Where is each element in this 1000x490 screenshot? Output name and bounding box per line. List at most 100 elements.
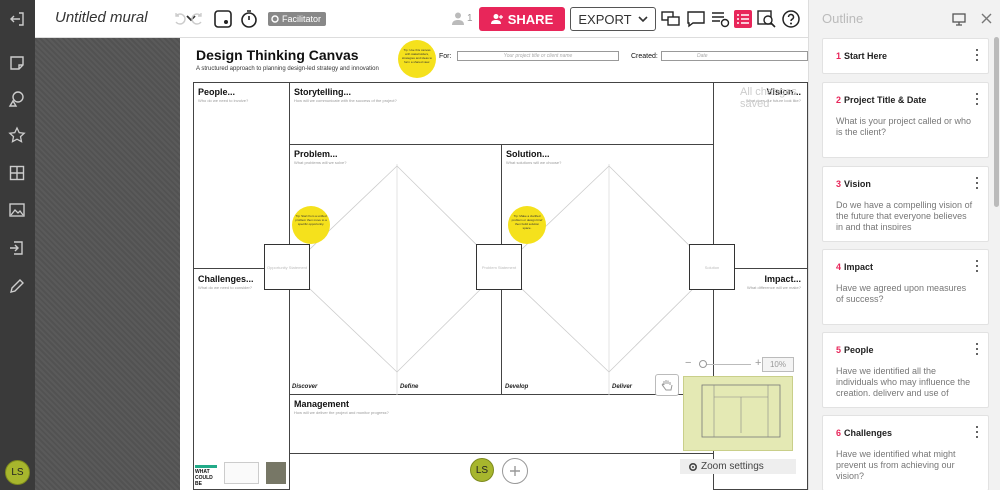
thumbnail-1[interactable] <box>224 462 259 484</box>
pen-icon[interactable] <box>6 275 28 297</box>
more-options-icon[interactable] <box>975 426 979 438</box>
more-options-icon[interactable] <box>975 49 979 61</box>
person-icon <box>452 12 464 25</box>
zoom-settings-label: Zoom settings <box>701 461 764 472</box>
gear-icon <box>688 462 698 471</box>
outline-item-4[interactable]: 4 Impact Have we agreed upon measures of … <box>822 249 989 325</box>
for-label: For: <box>439 53 452 60</box>
tip-sticky-left[interactable]: Tip: Start from a unified problem then m… <box>292 206 330 244</box>
share-button[interactable]: SHARE <box>479 7 565 31</box>
image-icon[interactable] <box>6 199 28 221</box>
undo-icon[interactable] <box>172 11 187 26</box>
outline-panel: Outline 1 Start Here 2 Project Title & Dat… <box>808 0 1000 490</box>
more-options-icon[interactable] <box>975 177 979 189</box>
outline-item-heading: 1 Start Here <box>836 51 887 61</box>
solution-box[interactable]: Solution <box>689 244 735 290</box>
outline-item-3[interactable]: 3 Vision Do we have a compelling vision o… <box>822 166 989 242</box>
outline-item-number: 3 <box>836 179 842 189</box>
outline-item-title: Vision <box>844 179 871 189</box>
more-options-icon[interactable] <box>975 93 979 105</box>
pan-hand-icon[interactable] <box>655 374 679 396</box>
thumbnail-2[interactable] <box>266 462 286 484</box>
management-sub: How will we deliver the project and moni… <box>294 410 389 415</box>
more-options-icon[interactable] <box>975 343 979 355</box>
phase-deliver: Deliver <box>612 384 633 390</box>
close-icon[interactable] <box>980 12 993 30</box>
outline-item-desc: Have we identified what might prevent us… <box>836 449 956 479</box>
zoom-out-icon[interactable]: − <box>685 357 691 369</box>
management-cell[interactable]: Management How will we deliver the proje… <box>289 394 714 454</box>
outline-item-number: 1 <box>836 51 842 61</box>
user-avatar[interactable]: LS <box>5 460 30 485</box>
storytelling-sub: How will we communicate with the success… <box>294 98 397 103</box>
zoom-percent[interactable]: 10% <box>762 357 794 372</box>
outline-title: Outline <box>822 11 864 26</box>
top-bar: Untitled mural Facilitator 1 SHARE EXPOR… <box>35 0 808 38</box>
add-person-icon <box>490 14 503 24</box>
challenges-cell[interactable]: Challenges... What do we need to conside… <box>193 268 290 490</box>
outline-item-6[interactable]: 6 Challenges Have we identified what migh… <box>822 415 989 490</box>
mural-title[interactable]: Untitled mural <box>55 9 148 26</box>
facilitator-label: Facilitator <box>282 14 322 24</box>
impact-title: Impact... <box>764 274 801 284</box>
search-icon[interactable] <box>757 9 777 29</box>
add-collaborator-button[interactable] <box>502 458 528 484</box>
comments-icon[interactable] <box>661 9 681 29</box>
zoom-handle[interactable] <box>699 360 707 368</box>
people-cell[interactable]: People... Who do we need to involve? <box>193 82 290 269</box>
more-options-icon[interactable] <box>975 260 979 272</box>
mural-canvas[interactable]: Design Thinking Canvas A structured appr… <box>35 38 808 490</box>
outline-item-title: People <box>844 345 874 355</box>
left-toolbar: LS <box>0 0 35 490</box>
sticky-note-icon[interactable] <box>6 52 28 74</box>
plus-icon <box>510 466 520 476</box>
phase-develop: Develop <box>505 384 529 390</box>
canvas-heading: Design Thinking Canvas <box>196 47 359 63</box>
phase-discover: Discover <box>292 384 318 390</box>
outline-scrollbar[interactable] <box>994 37 999 207</box>
outline-item-2[interactable]: 2 Project Title & Date What is your proje… <box>822 82 989 158</box>
zoom-settings-button[interactable]: Zoom settings <box>680 459 796 474</box>
star-icon[interactable] <box>6 124 28 146</box>
collaborator-avatar[interactable]: LS <box>470 458 494 482</box>
date-field[interactable]: Date <box>661 51 808 61</box>
outline-item-title: Challenges <box>844 428 893 438</box>
redo-icon[interactable] <box>190 11 205 26</box>
active-users[interactable]: 1 <box>451 11 473 25</box>
storytelling-cell[interactable]: Storytelling... How will we communicate … <box>289 82 714 145</box>
summon-icon[interactable] <box>213 9 233 29</box>
outline-item-heading: 6 Challenges <box>836 428 892 438</box>
tip-sticky-mid[interactable]: Tip: Make a clarified problem or design … <box>508 206 546 244</box>
for-field[interactable]: Your project title or client name <box>457 51 619 61</box>
challenges-sub: What do we need to consider? <box>198 285 253 290</box>
minimap[interactable] <box>683 376 793 451</box>
problem-statement-box[interactable]: Problem Statement <box>476 244 522 290</box>
outline-item-1[interactable]: 1 Start Here <box>822 38 989 74</box>
outline-icon[interactable] <box>733 9 753 29</box>
user-count: 1 <box>467 12 473 24</box>
export-label: EXPORT <box>578 11 632 27</box>
exit-icon[interactable] <box>6 8 28 30</box>
present-icon[interactable] <box>952 12 966 31</box>
vision-cell[interactable]: Vision... What does our future look like… <box>713 82 808 269</box>
outline-item-number: 5 <box>836 345 842 355</box>
export-button[interactable]: EXPORT <box>570 7 656 31</box>
outline-item-desc: Do we have a compelling vision of the fu… <box>836 200 973 230</box>
frames-icon[interactable] <box>6 162 28 184</box>
import-icon[interactable] <box>6 237 28 259</box>
zoom-in-icon[interactable]: + <box>755 357 761 369</box>
shapes-icon[interactable] <box>6 88 28 110</box>
help-icon[interactable] <box>781 9 801 29</box>
activity-icon[interactable] <box>710 9 730 29</box>
outline-item-heading: 2 Project Title & Date <box>836 95 926 105</box>
tip-sticky-top[interactable]: Tip: Use this canvas with stakeholders, … <box>398 40 436 78</box>
outline-item-5[interactable]: 5 People Have we identified all the indiv… <box>822 332 989 408</box>
timer-icon[interactable] <box>239 9 259 29</box>
outline-item-desc: Have we identified all the individuals w… <box>836 366 971 396</box>
gear-icon <box>271 15 279 23</box>
opportunity-box[interactable]: Opportunity Statement <box>264 244 310 290</box>
chat-icon[interactable] <box>686 9 706 29</box>
outline-item-number: 6 <box>836 428 842 438</box>
facilitator-badge[interactable]: Facilitator <box>268 12 327 26</box>
outline-item-desc: Have we agreed upon measures of success? <box>836 283 967 304</box>
